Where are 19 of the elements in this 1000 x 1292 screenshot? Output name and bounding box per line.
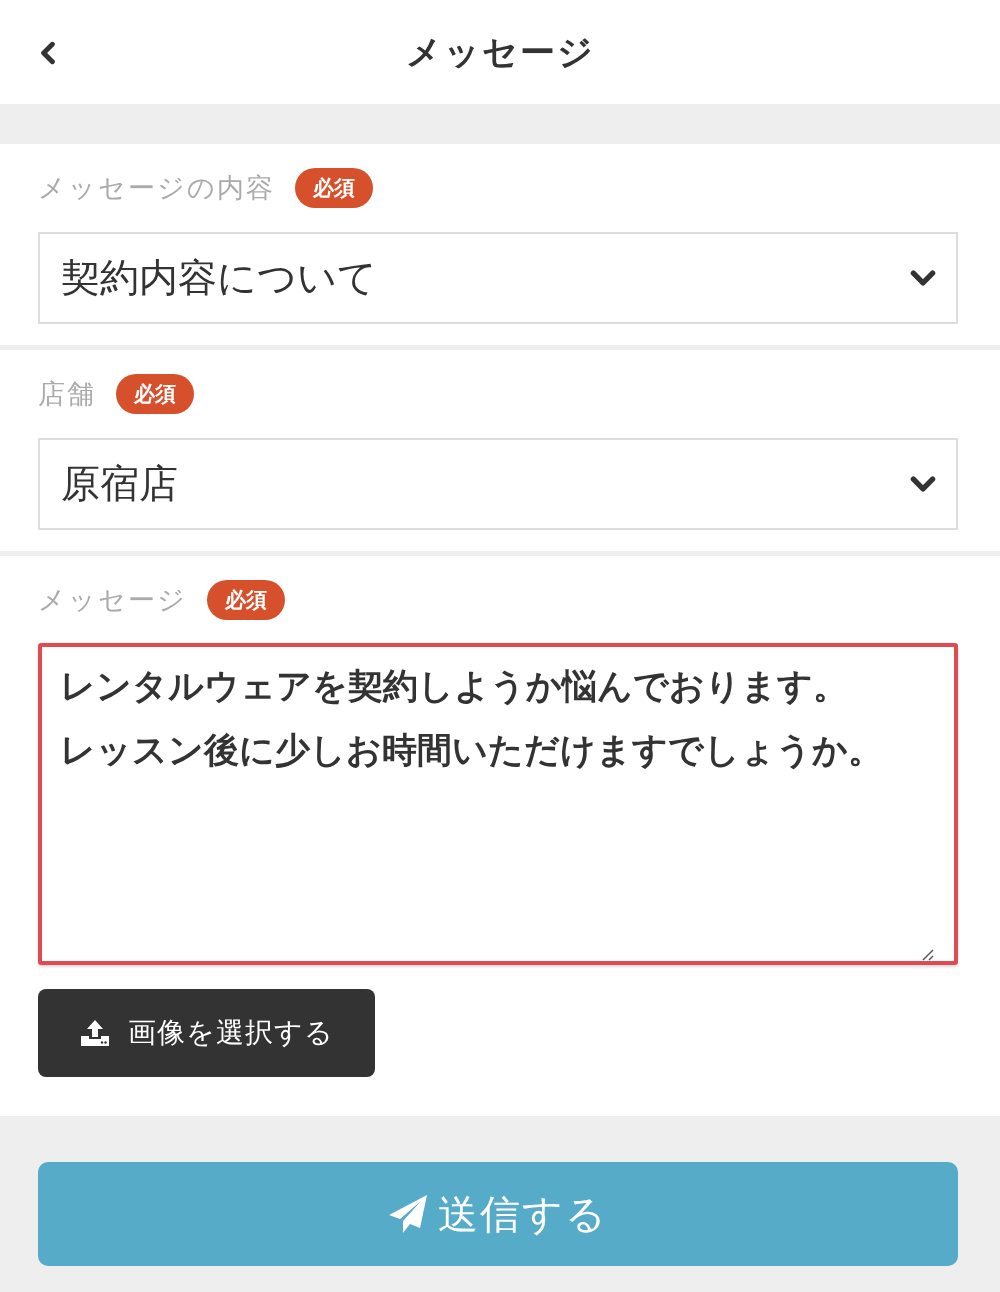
required-badge: 必須 — [116, 374, 194, 414]
paper-plane-icon — [388, 1194, 428, 1234]
field-label: メッセージ — [38, 583, 187, 617]
chevron-down-icon — [910, 270, 936, 286]
required-badge: 必須 — [207, 580, 285, 620]
message-text-line: レンタルウェアを契約しようか悩んでおります。 — [60, 665, 848, 708]
select-image-button[interactable]: 画像を選択する — [38, 989, 375, 1077]
chevron-down-icon — [910, 476, 936, 492]
message-textarea[interactable]: レンタルウェアを契約しようか悩んでおります。 レッスン後に少しお時間いただけますでしょうか。 — [38, 643, 958, 965]
dropdown-select[interactable]: 原宿店 — [38, 438, 958, 530]
resize-handle-icon[interactable] — [922, 949, 934, 961]
field-label: メッセージの内容 — [38, 171, 275, 205]
field-label: 店舗 — [38, 377, 96, 411]
required-badge: 必須 — [295, 168, 373, 208]
back-icon[interactable] — [40, 41, 56, 65]
dropdown-select[interactable]: 契約内容について — [38, 232, 958, 324]
page-title: メッセージ — [405, 30, 595, 74]
upload-icon — [79, 1019, 110, 1047]
message-text-line: レッスン後に少しお時間いただけますでしょうか。 — [60, 729, 883, 772]
